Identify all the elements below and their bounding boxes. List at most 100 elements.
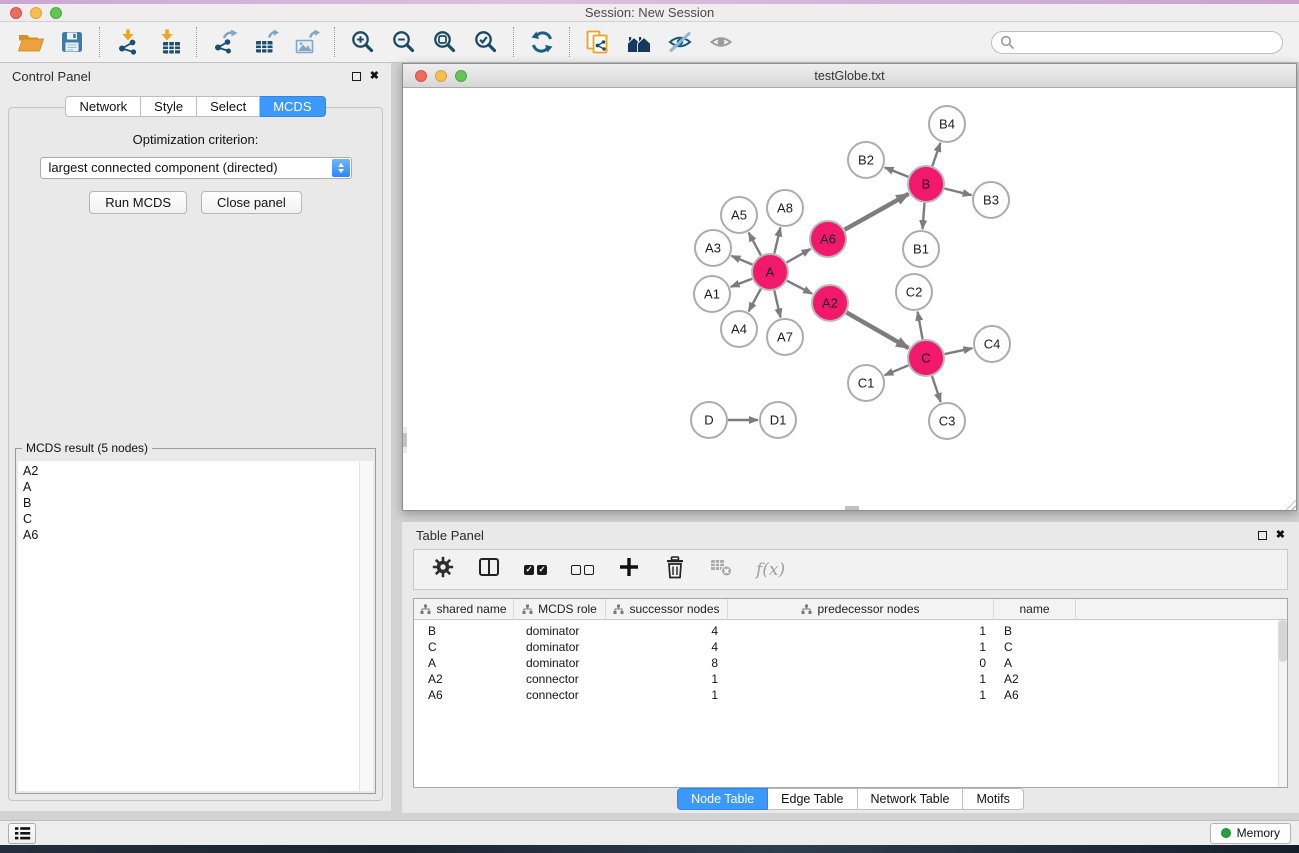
table-cell[interactable]: A2 <box>994 671 1076 687</box>
table-cell[interactable]: dominator <box>514 655 606 671</box>
table-cell[interactable]: 1 <box>606 671 728 687</box>
table-mode-button[interactable] <box>432 556 454 583</box>
hide-selected-button[interactable] <box>659 26 700 58</box>
graph-node-C4[interactable]: C4 <box>974 326 1010 362</box>
graph-node-A2[interactable]: A2 <box>812 285 848 321</box>
graph-edge-A-A4[interactable] <box>749 289 761 312</box>
function-builder-button[interactable]: f(x) <box>756 560 785 580</box>
graph-node-A[interactable]: A <box>752 254 788 290</box>
table-row[interactable]: Bdominator41B <box>414 623 1287 639</box>
import-table-button[interactable] <box>148 26 189 58</box>
tab-style[interactable]: Style <box>141 96 197 117</box>
table-cell[interactable]: C <box>994 639 1076 655</box>
import-network-button[interactable] <box>107 26 148 58</box>
run-mcds-button[interactable]: Run MCDS <box>89 191 187 214</box>
create-column-button[interactable] <box>618 556 640 583</box>
table-cell[interactable]: C <box>414 639 514 655</box>
graph-node-B4[interactable]: B4 <box>929 106 965 142</box>
graph-edge-C-C3[interactable] <box>932 376 941 402</box>
table-row[interactable]: Adominator80A <box>414 655 1287 671</box>
graph-node-A5[interactable]: A5 <box>721 197 757 233</box>
export-image-button[interactable] <box>286 26 327 58</box>
task-history-button[interactable] <box>8 823 36 844</box>
table-cell[interactable]: B <box>414 623 514 639</box>
graph-node-A1[interactable]: A1 <box>694 276 730 312</box>
close-panel-button[interactable]: Close panel <box>201 191 302 214</box>
graph-edge-B-B2[interactable] <box>885 167 909 177</box>
search-box[interactable] <box>991 31 1283 54</box>
table-cell[interactable]: 0 <box>728 655 994 671</box>
graph-edge-A2-C[interactable] <box>847 312 909 348</box>
graph-node-A3[interactable]: A3 <box>695 230 731 266</box>
table-cell[interactable]: 1 <box>728 623 994 639</box>
graph-node-D[interactable]: D <box>691 402 727 438</box>
show-columns-button[interactable] <box>478 556 500 583</box>
mcds-result-item[interactable]: C <box>18 511 373 527</box>
graph-edge-C-C1[interactable] <box>885 365 909 375</box>
graph-edge-A-A6[interactable] <box>787 249 811 263</box>
tab-edge-table[interactable]: Edge Table <box>768 788 857 810</box>
close-panel-icon[interactable]: ✖ <box>1276 530 1285 541</box>
table-cell[interactable]: dominator <box>514 639 606 655</box>
graph-node-C[interactable]: C <box>908 340 944 376</box>
table-cell[interactable]: 8 <box>606 655 728 671</box>
new-network-from-selection-button[interactable] <box>577 26 618 58</box>
select-all-button[interactable] <box>524 565 547 575</box>
zoom-fit-button[interactable] <box>424 26 465 58</box>
table-cell[interactable]: 4 <box>606 639 728 655</box>
graph-edge-A-A8[interactable] <box>774 228 780 254</box>
graph-edge-A6-B[interactable] <box>845 194 909 230</box>
mcds-result-item[interactable]: B <box>18 495 373 511</box>
graph-node-A7[interactable]: A7 <box>767 319 803 355</box>
table-cell[interactable]: A6 <box>994 687 1076 703</box>
mcds-result-item[interactable]: A2 <box>18 463 373 479</box>
table-cell[interactable]: dominator <box>514 623 606 639</box>
graph-edge-C-C2[interactable] <box>918 312 923 340</box>
tab-mcds[interactable]: MCDS <box>260 96 325 117</box>
table-cell[interactable]: A <box>414 655 514 671</box>
tab-node-table[interactable]: Node Table <box>677 788 768 810</box>
open-file-button[interactable] <box>10 26 51 58</box>
tab-network-table[interactable]: Network Table <box>858 788 964 810</box>
graph-edge-A-A1[interactable] <box>731 279 753 287</box>
tab-motifs[interactable]: Motifs <box>963 788 1023 810</box>
column-header-predecessor-nodes[interactable]: predecessor nodes <box>728 599 994 620</box>
deselect-all-button[interactable] <box>571 565 594 575</box>
graph-node-C2[interactable]: C2 <box>896 274 932 310</box>
delete-table-button[interactable] <box>710 557 732 582</box>
graph-node-B1[interactable]: B1 <box>903 231 939 267</box>
graph-node-C3[interactable]: C3 <box>929 403 965 439</box>
graph-node-D1[interactable]: D1 <box>760 402 796 438</box>
table-cell[interactable]: A2 <box>414 671 514 687</box>
table-cell[interactable]: connector <box>514 687 606 703</box>
graph-edge-B-B1[interactable] <box>923 203 925 229</box>
table-cell[interactable]: A <box>994 655 1076 671</box>
column-header-name[interactable]: name <box>994 599 1076 620</box>
graph-node-B3[interactable]: B3 <box>973 182 1009 218</box>
optimization-criterion-dropdown[interactable]: largest connected component (directed) <box>40 157 352 179</box>
zoom-out-button[interactable] <box>383 26 424 58</box>
delete-column-button[interactable] <box>664 556 686 584</box>
table-cell[interactable]: 1 <box>728 671 994 687</box>
graph-edge-A-A2[interactable] <box>787 281 812 294</box>
memory-button[interactable]: Memory <box>1210 823 1291 844</box>
float-panel-icon[interactable] <box>352 72 361 81</box>
search-input[interactable] <box>1014 35 1274 50</box>
graph-node-A8[interactable]: A8 <box>767 190 803 226</box>
graph-node-A4[interactable]: A4 <box>721 311 757 347</box>
tab-network[interactable]: Network <box>65 96 141 117</box>
table-row[interactable]: Cdominator41C <box>414 639 1287 655</box>
tab-select[interactable]: Select <box>197 96 260 117</box>
table-scrollbar-thumb[interactable] <box>1279 620 1287 662</box>
graph-node-A6[interactable]: A6 <box>810 221 846 257</box>
mcds-result-item[interactable]: A6 <box>18 527 373 543</box>
table-cell[interactable]: A6 <box>414 687 514 703</box>
vertical-scrollbar-thumb[interactable] <box>403 433 407 447</box>
table-row[interactable]: A6connector11A6 <box>414 687 1287 703</box>
graph-edge-A-A5[interactable] <box>749 233 761 256</box>
graph-edge-C-C4[interactable] <box>945 348 973 354</box>
table-cell[interactable]: 1 <box>606 687 728 703</box>
graph-edge-B-B3[interactable] <box>944 189 971 196</box>
refresh-view-button[interactable] <box>521 26 562 58</box>
column-header-shared-name[interactable]: shared name <box>414 599 514 620</box>
